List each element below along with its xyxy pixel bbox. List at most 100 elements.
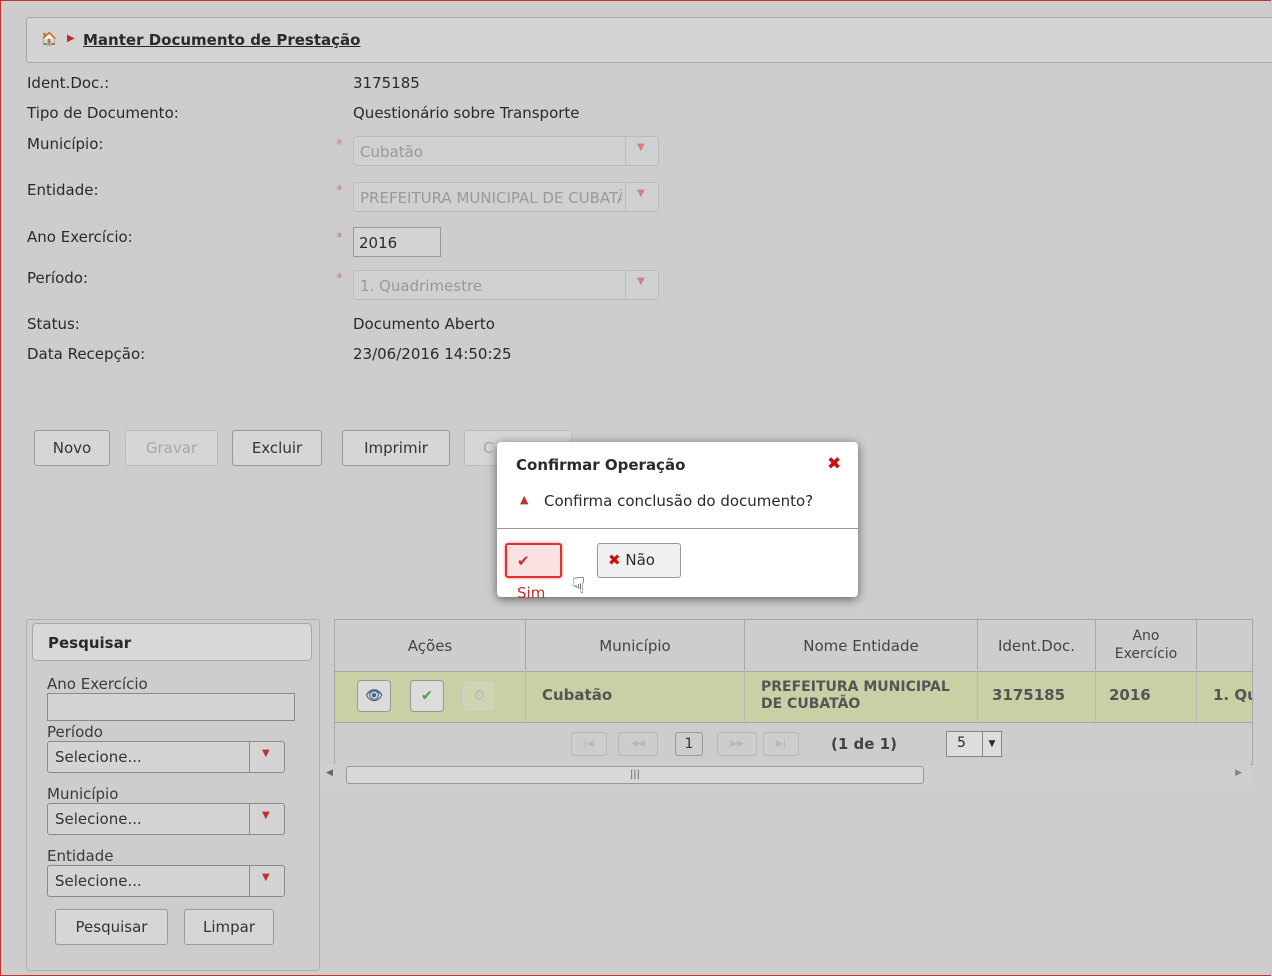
sim-button[interactable]: ✔ Sim: [505, 543, 562, 602]
hand-cursor-icon: ☟: [572, 574, 586, 599]
search-entidade-select[interactable]: Selecione... ▼: [47, 865, 285, 897]
chevron-down-icon[interactable]: ▼: [982, 732, 1001, 756]
paginator: |◀ ◀◀ 1 ▶▶ ▶| (1 de 1) 5 ▼: [335, 723, 1252, 763]
close-icon[interactable]: ✖: [827, 454, 841, 474]
column-header-nome-entidade[interactable]: Nome Entidade: [745, 620, 978, 670]
horizontal-scrollbar[interactable]: ◀ ||| ▶: [320, 764, 1250, 786]
search-entidade-toggle[interactable]: ▼: [249, 866, 284, 896]
search-municipio-toggle[interactable]: ▼: [249, 804, 284, 834]
check-icon: ✔: [517, 552, 530, 570]
periodo-select[interactable]: 1. Quadrimestre ▼: [353, 270, 659, 300]
actions-cell: 👁 ✔ ⚙: [335, 672, 526, 722]
dialog-message: Confirma conclusão do documento?: [544, 492, 814, 510]
municipio-select-toggle[interactable]: ▼: [625, 137, 658, 165]
column-header-municipio[interactable]: Município: [526, 620, 745, 670]
cell-ident-doc: 3175185: [978, 672, 1096, 722]
table-row[interactable]: 👁 ✔ ⚙ Cubatão PREFEITURA MUNICIPAL DE CUB…: [335, 671, 1252, 723]
municipio-label: Município:: [27, 135, 104, 153]
next-page-icon[interactable]: ▶▶: [717, 732, 757, 756]
scroll-left-icon[interactable]: ◀: [326, 768, 333, 778]
ano-exercicio-value: 2016: [359, 234, 398, 252]
search-ano-input[interactable]: [47, 693, 295, 721]
status-label: Status:: [27, 315, 80, 333]
ident-label: Ident.Doc.:: [27, 74, 110, 92]
column-header-acoes: Ações: [335, 620, 526, 670]
required-mark: *: [336, 183, 343, 199]
tipo-label: Tipo de Documento:: [27, 104, 179, 122]
novo-button[interactable]: Novo: [34, 430, 110, 466]
chevron-down-icon: ▼: [262, 810, 270, 821]
last-page-icon[interactable]: ▶|: [763, 732, 799, 756]
periodo-select-toggle[interactable]: ▼: [625, 271, 658, 299]
search-ano-label: Ano Exercício: [47, 675, 148, 693]
page-number-button[interactable]: 1: [675, 732, 703, 756]
entidade-select-value: PREFEITURA MUNICIPAL DE CUBATÃO: [360, 189, 622, 207]
search-periodo-value: Selecione...: [55, 748, 142, 766]
search-periodo-select[interactable]: Selecione... ▼: [47, 741, 285, 773]
excluir-button[interactable]: Excluir: [232, 430, 322, 466]
limpar-button[interactable]: Limpar: [184, 909, 274, 945]
cell-municipio: Cubatão: [526, 672, 745, 722]
column-header-ident-doc[interactable]: Ident.Doc.: [978, 620, 1096, 670]
entidade-select[interactable]: PREFEITURA MUNICIPAL DE CUBATÃO ▼: [353, 182, 659, 212]
check-icon[interactable]: ✔: [410, 680, 444, 712]
page-size-value: 5: [957, 735, 966, 751]
search-periodo-label: Período: [47, 723, 103, 741]
settings-icon[interactable]: ⚙: [462, 680, 496, 712]
pesquisar-button[interactable]: Pesquisar: [55, 909, 168, 945]
municipio-select[interactable]: Cubatão ▼: [353, 136, 659, 166]
chevron-right-icon: ▶: [67, 33, 75, 44]
chevron-down-icon: ▼: [262, 748, 270, 759]
cell-ano: 2016: [1096, 672, 1197, 722]
chevron-down-icon: ▼: [637, 276, 645, 287]
sim-button-label: Sim: [517, 584, 546, 602]
first-page-icon[interactable]: |◀: [571, 732, 607, 756]
confirm-dialog: Confirmar Operação ✖ ▲ Confirma conclusã…: [497, 442, 858, 602]
search-municipio-label: Município: [47, 785, 119, 803]
scroll-right-icon[interactable]: ▶: [1235, 768, 1242, 778]
breadcrumb: 🏠 ▶ Manter Documento de Prestação: [26, 17, 1272, 63]
entidade-label: Entidade:: [27, 181, 99, 199]
imprimir-button[interactable]: Imprimir: [342, 430, 450, 466]
search-panel-header: Pesquisar: [32, 623, 312, 661]
cell-nome-entidade: PREFEITURA MUNICIPAL DE CUBATÃO: [745, 672, 978, 722]
column-header-ano-exercicio[interactable]: Ano Exercício: [1096, 620, 1197, 670]
search-periodo-toggle[interactable]: ▼: [249, 742, 284, 772]
nao-button-label: Não: [625, 551, 655, 569]
required-mark: *: [336, 137, 343, 153]
periodo-select-value: 1. Quadrimestre: [360, 277, 483, 295]
status-value: Documento Aberto: [353, 315, 495, 333]
page-size-select[interactable]: 5 ▼: [946, 731, 1002, 757]
chevron-down-icon: ▼: [637, 142, 645, 153]
ident-value: 3175185: [353, 74, 420, 92]
home-icon[interactable]: 🏠: [41, 32, 57, 47]
required-mark: *: [336, 271, 343, 287]
tipo-value: Questionário sobre Transporte: [353, 104, 580, 122]
entidade-select-toggle[interactable]: ▼: [625, 183, 658, 211]
ano-label: Ano Exercício:: [27, 228, 133, 246]
search-municipio-value: Selecione...: [55, 810, 142, 828]
cell-periodo: 1. Qu: [1213, 686, 1252, 704]
close-icon: ✖: [608, 551, 621, 569]
results-table: Ações Município Nome Entidade Ident.Doc.…: [334, 619, 1253, 765]
prev-page-icon[interactable]: ◀◀: [618, 732, 658, 756]
nao-button[interactable]: ✖ Não: [597, 543, 681, 578]
required-mark: *: [336, 230, 343, 246]
search-entidade-value: Selecione...: [55, 872, 142, 890]
dialog-divider: [497, 528, 858, 529]
data-recepcao-value: 23/06/2016 14:50:25: [353, 345, 512, 363]
chevron-down-icon: ▼: [262, 872, 270, 883]
ano-exercicio-input[interactable]: 2016: [353, 227, 441, 257]
scrollbar-thumb[interactable]: |||: [346, 766, 924, 784]
chevron-down-icon: ▼: [637, 188, 645, 199]
breadcrumb-link[interactable]: Manter Documento de Prestação: [83, 31, 360, 49]
data-recepcao-label: Data Recepção:: [27, 345, 146, 363]
search-entidade-label: Entidade: [47, 847, 114, 865]
view-icon[interactable]: 👁: [357, 680, 391, 712]
gravar-button[interactable]: Gravar: [125, 430, 218, 466]
search-municipio-select[interactable]: Selecione... ▼: [47, 803, 285, 835]
dialog-title: Confirmar Operação: [516, 456, 686, 474]
caret-up-icon: ▲: [520, 493, 529, 506]
municipio-select-value: Cubatão: [360, 143, 423, 161]
page-summary: (1 de 1): [831, 735, 897, 753]
